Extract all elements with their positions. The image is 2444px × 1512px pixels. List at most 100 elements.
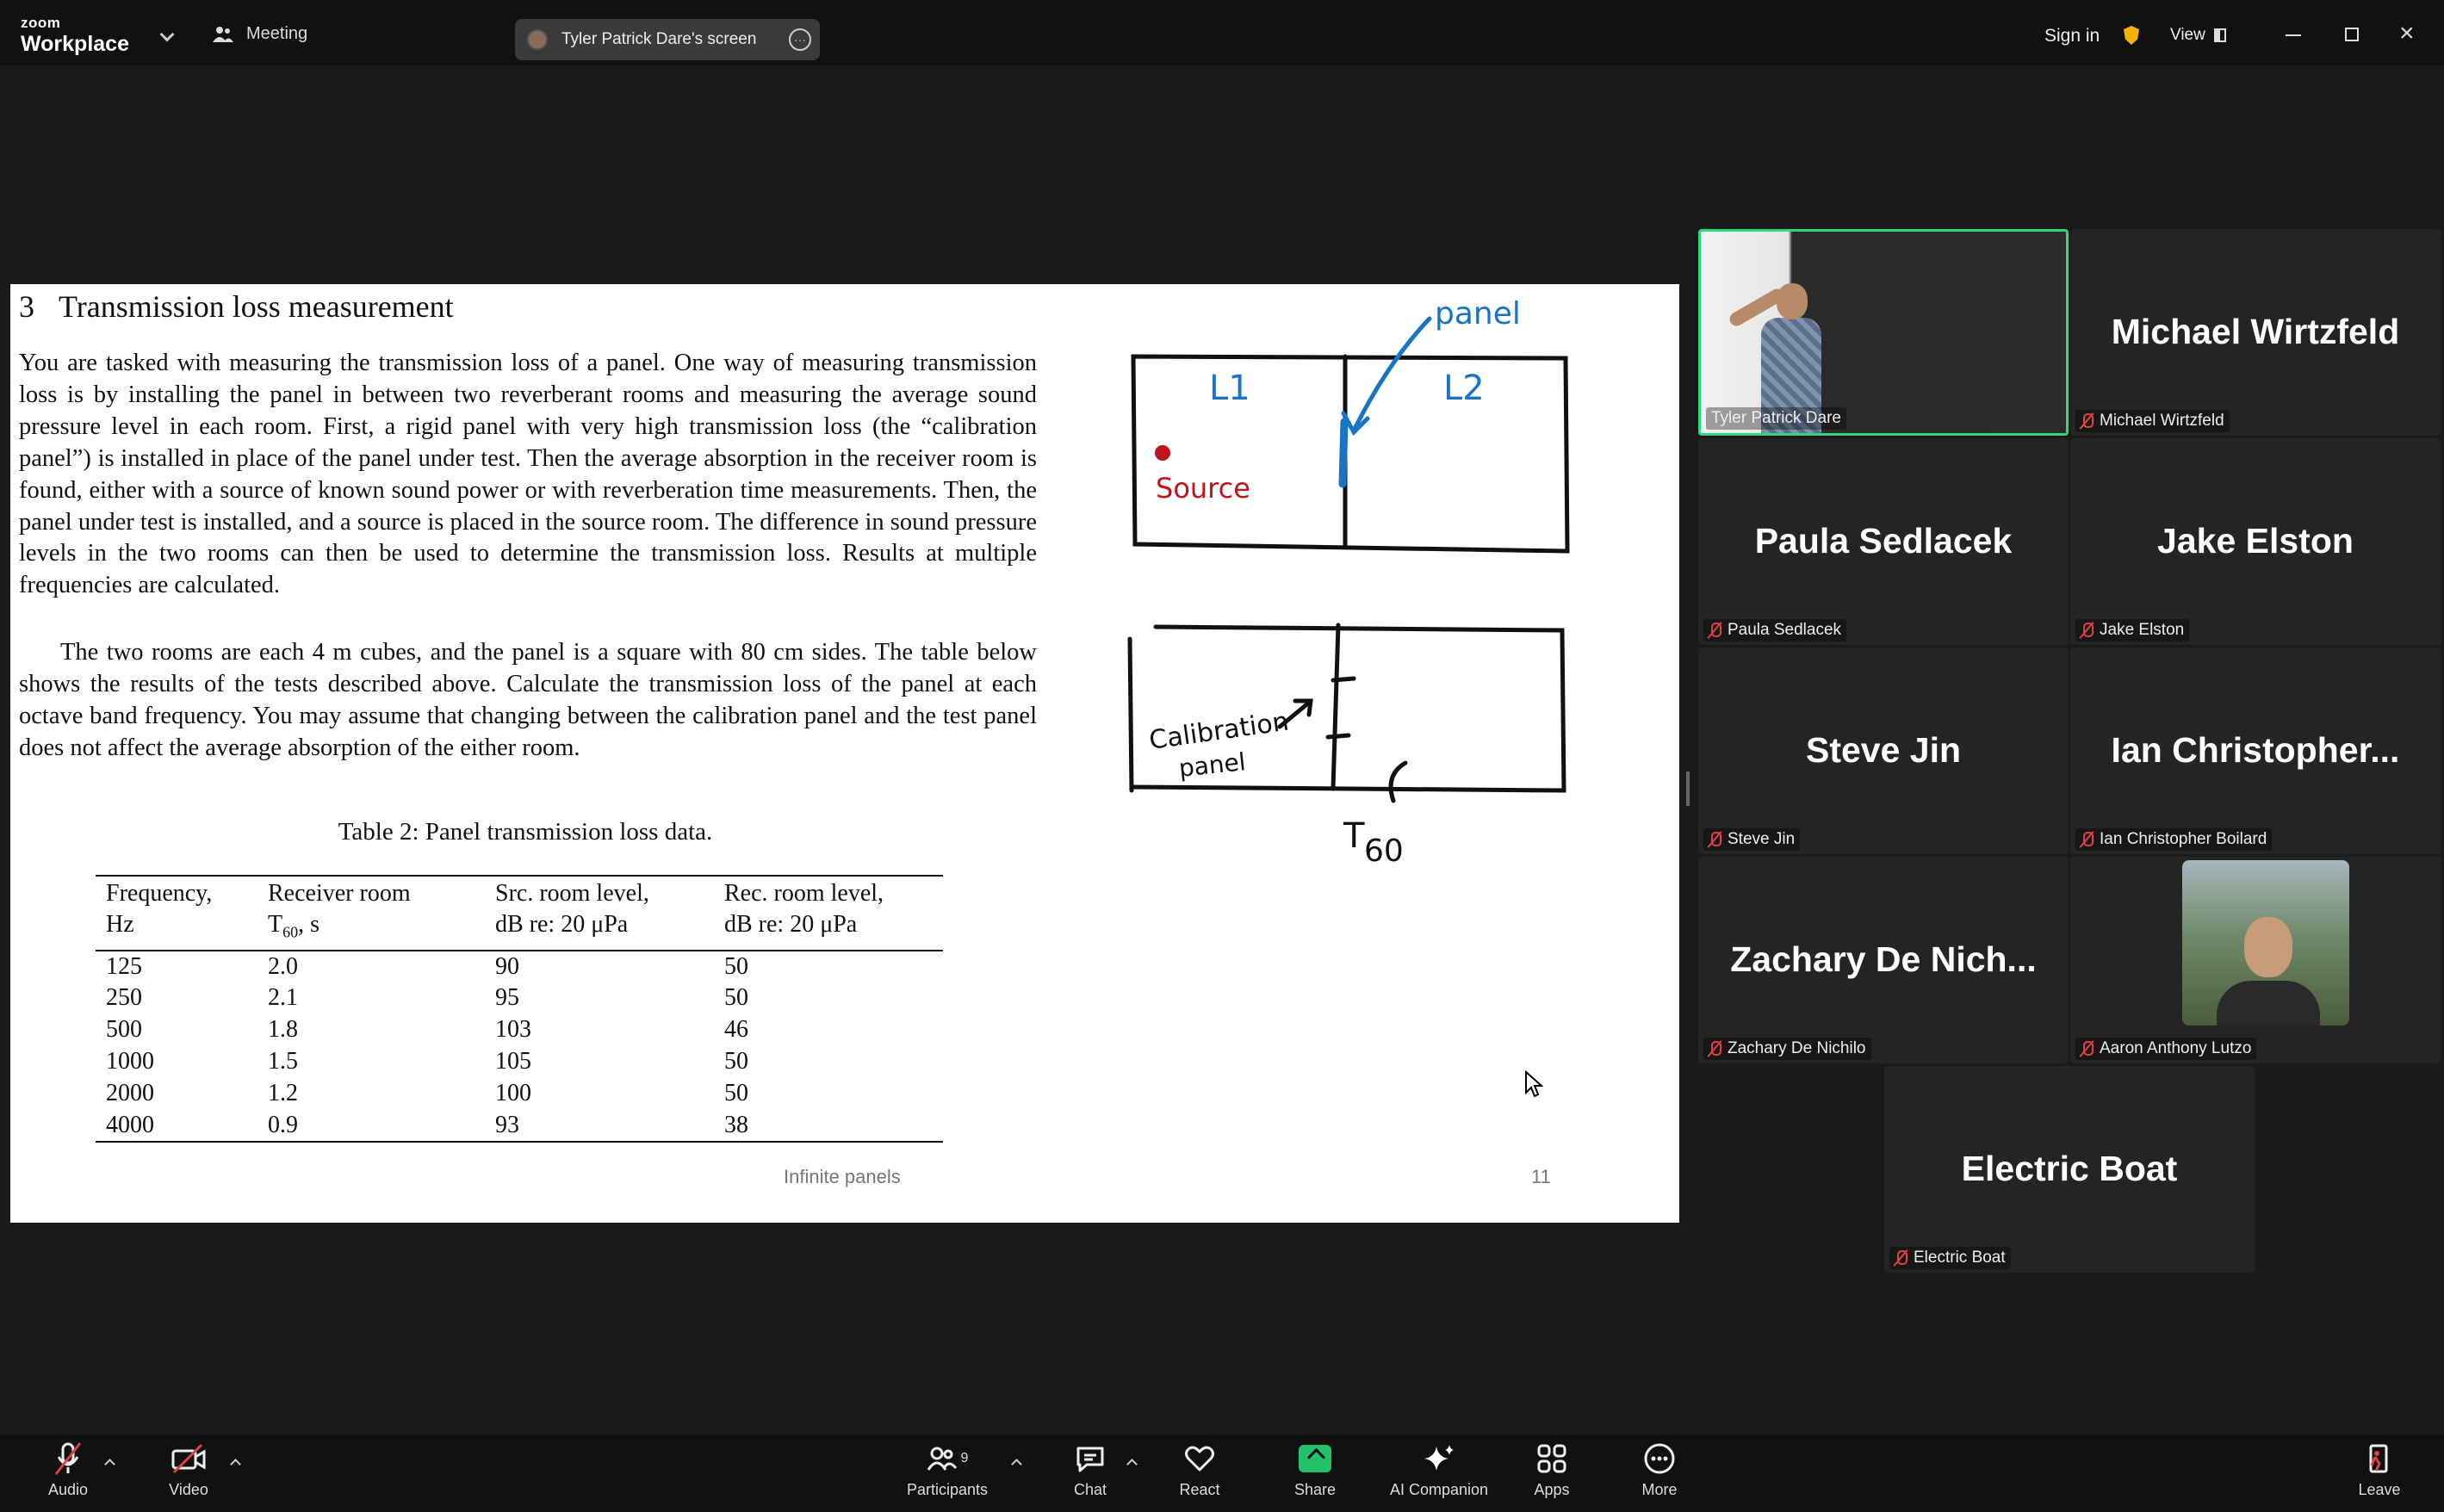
share-pill-label: Tyler Patrick Dare's screen	[561, 30, 757, 48]
participant-name-tag: Steve Jin	[1703, 828, 1801, 851]
apps-label: Apps	[1534, 1481, 1570, 1498]
video-feed	[1701, 232, 2066, 433]
participants-icon	[213, 26, 233, 42]
screen-share-indicator[interactable]: Tyler Patrick Dare's screen ···	[515, 19, 820, 60]
participant-name: Michael Wirtzfeld	[2100, 412, 2224, 430]
more-button[interactable]: More	[1616, 1441, 1703, 1499]
participant-name-tag: Electric Boat	[1889, 1247, 2011, 1269]
mic-muted-icon	[2081, 622, 2094, 639]
mouse-cursor-icon	[1525, 1070, 1543, 1098]
video-tile[interactable]: Paula Sedlacek Paula Sedlacek	[1698, 438, 2069, 645]
chat-button[interactable]: Chat	[1047, 1441, 1133, 1499]
mic-muted-icon	[53, 1441, 84, 1476]
mic-muted-icon	[2081, 831, 2094, 848]
brand-big: Workplace	[21, 32, 129, 56]
video-tile[interactable]: Aaron Anthony Lutzo	[2070, 857, 2441, 1063]
participants-options-caret[interactable]	[1011, 1459, 1022, 1470]
meeting-label: Meeting	[246, 24, 308, 43]
video-tile[interactable]: Zachary De Nich... Zachary De Nichilo	[1698, 857, 2069, 1063]
participant-name-tag: Jake Elston	[2075, 619, 2190, 641]
chevron-down-icon[interactable]	[159, 27, 175, 42]
participant-display-name: Michael Wirtzfeld	[2111, 312, 2400, 351]
more-options-icon[interactable]: ···	[789, 28, 811, 51]
annotation-panel-label: panel	[1435, 296, 1521, 332]
share-label: Share	[1293, 1481, 1337, 1498]
participant-name-tag: Zachary De Nichilo	[1703, 1038, 1871, 1060]
close-icon[interactable]: ×	[2399, 21, 2415, 46]
shared-screen[interactable]: 3 Transmission loss measurement You are …	[10, 284, 1679, 1223]
maximize-icon[interactable]	[2345, 28, 2359, 41]
annotation-calibration-label: Calibration	[1147, 707, 1291, 756]
sign-in-button[interactable]: Sign in	[2044, 26, 2100, 46]
audio-button[interactable]: Audio	[25, 1441, 111, 1499]
participant-display-name: Steve Jin	[1805, 730, 1962, 770]
participant-name: Jake Elston	[2100, 621, 2185, 639]
avatar	[527, 29, 548, 50]
react-button[interactable]: React	[1157, 1441, 1243, 1499]
source-dot	[1155, 445, 1170, 461]
video-tile[interactable]: Steve Jin Steve Jin	[1698, 648, 2069, 854]
participant-name-tag: Tyler Patrick Dare	[1706, 407, 1846, 430]
title-bar: zoom Workplace Meeting Tyler Patrick Dar…	[0, 0, 2444, 65]
apps-button[interactable]: Apps	[1509, 1441, 1595, 1499]
meeting-controls: Audio Video 9 Participants Chat React Sh…	[0, 1435, 2444, 1512]
video-tile[interactable]: Jake Elston Jake Elston	[2070, 438, 2441, 645]
leave-label: Leave	[2358, 1481, 2401, 1498]
participant-display-name: Jake Elston	[2157, 521, 2354, 561]
ai-companion-label: AI Companion	[1389, 1481, 1489, 1498]
participant-name: Ian Christopher Boilard	[2100, 830, 2267, 848]
participant-name-tag: Aaron Anthony Lutzo	[2075, 1038, 2257, 1060]
chat-label: Chat	[1073, 1481, 1107, 1498]
participants-count: 9	[960, 1451, 969, 1466]
participant-name: Electric Boat	[1914, 1249, 2006, 1267]
video-tile[interactable]: Ian Christopher... Ian Christopher Boila…	[2070, 648, 2441, 854]
camera-off-icon	[171, 1441, 207, 1476]
video-button[interactable]: Video	[146, 1441, 232, 1499]
minimize-icon[interactable]	[2286, 34, 2301, 36]
heart-icon	[1184, 1441, 1215, 1476]
participant-name: Zachary De Nichilo	[1728, 1039, 1866, 1057]
leave-button[interactable]: Leave	[2336, 1441, 2422, 1499]
annotation-l2-label: L2	[1443, 369, 1485, 408]
video-options-caret[interactable]	[230, 1459, 241, 1470]
ai-companion-button[interactable]: AI Companion	[1379, 1441, 1499, 1499]
panel-arrow	[1351, 316, 1432, 433]
participant-name: Steve Jin	[1728, 830, 1796, 848]
brand-small: zoom	[21, 15, 61, 31]
mic-muted-icon	[1709, 622, 1721, 639]
mic-muted-icon	[2081, 1040, 2094, 1057]
split-view-resize-handle[interactable]	[1686, 771, 1690, 806]
apps-icon	[1536, 1441, 1567, 1476]
share-screen-icon	[1299, 1445, 1331, 1472]
participant-name-tag: Michael Wirtzfeld	[2075, 410, 2230, 432]
participants-icon: 9	[927, 1441, 969, 1476]
video-tile[interactable]: Michael Wirtzfeld Michael Wirtzfeld	[2070, 229, 2441, 436]
annotation-t60-sub: 60	[1364, 833, 1404, 869]
participants-button[interactable]: 9 Participants	[904, 1441, 990, 1499]
chat-icon	[1075, 1441, 1106, 1476]
room-diagram-1	[1131, 354, 1570, 554]
more-label: More	[1641, 1481, 1678, 1498]
share-button[interactable]: Share	[1272, 1441, 1358, 1499]
shield-icon[interactable]	[2124, 26, 2139, 45]
participant-display-name: Ian Christopher...	[2111, 730, 2400, 770]
participant-name: Tyler Patrick Dare	[1711, 409, 1841, 427]
layout-icon	[2213, 28, 2226, 42]
annotation-source-label: Source	[1156, 472, 1250, 505]
annotation-layer: panel L1 L2 Source Calibration panel T 6…	[1127, 296, 1570, 869]
meeting-menu[interactable]: Meeting	[212, 24, 307, 44]
participant-name-tag: Paula Sedlacek	[1703, 619, 1847, 641]
annotation-t60-t: T	[1343, 816, 1365, 856]
mic-muted-icon	[1709, 831, 1721, 848]
participant-display-name: Paula Sedlacek	[1754, 521, 2013, 561]
leave-icon	[2364, 1441, 2395, 1476]
mic-muted-icon	[1709, 1040, 1721, 1057]
view-button[interactable]: View	[2170, 26, 2226, 45]
audio-label: Audio	[47, 1481, 89, 1498]
video-tile-active-speaker[interactable]: Tyler Patrick Dare	[1698, 229, 2069, 436]
sparkle-icon	[1423, 1441, 1455, 1476]
annotation-calibration-label-2: panel	[1177, 747, 1247, 783]
participant-display-name: Zachary De Nich...	[1730, 939, 2037, 979]
video-tile[interactable]: Electric Boat Electric Boat	[1884, 1066, 2255, 1273]
more-icon	[1643, 1441, 1676, 1476]
